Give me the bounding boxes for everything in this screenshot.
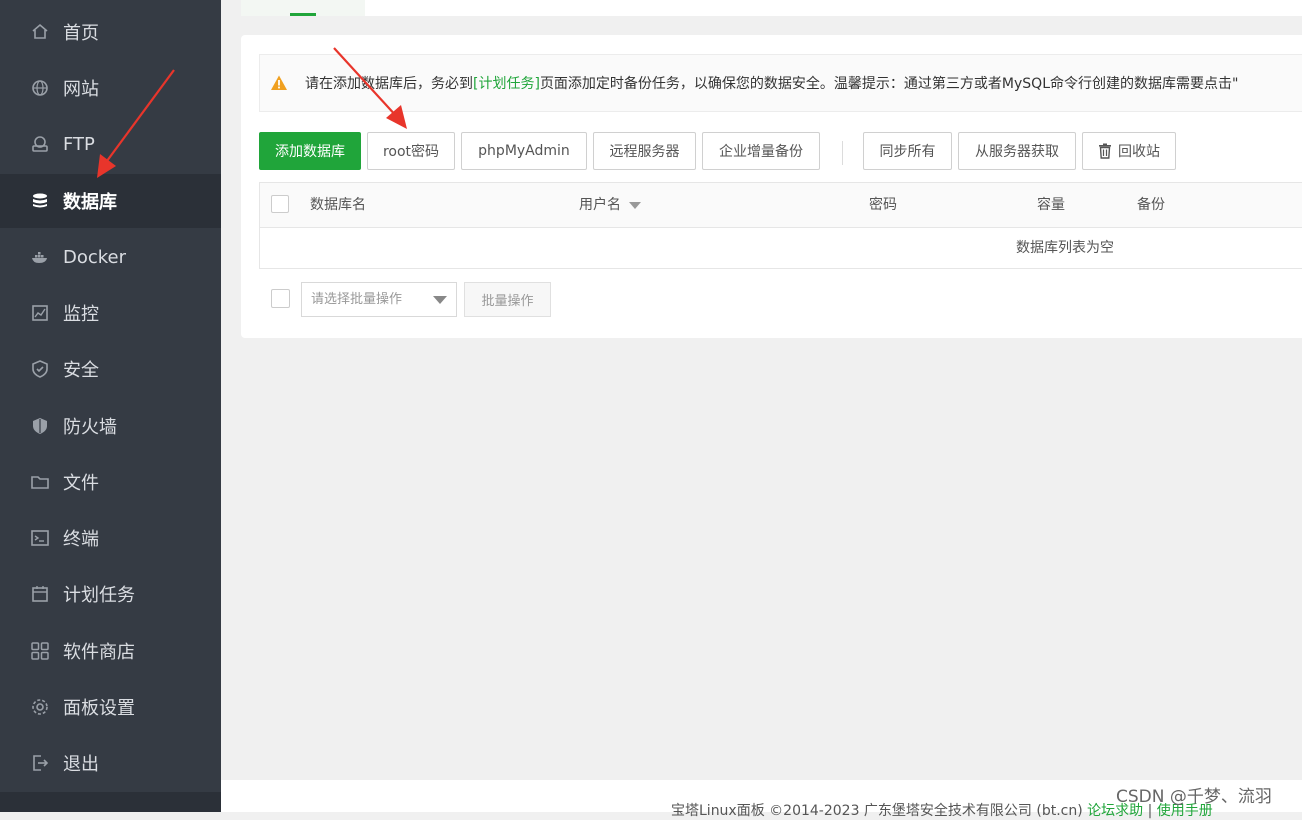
table-header: 数据库名 用户名 密码 容量 备份	[260, 183, 1302, 228]
sidebar: 首页 网站 FTP 数据库 Docker 监控 安全 防火墙 文件 终端 计划任…	[0, 0, 221, 812]
firewall-icon	[30, 416, 50, 436]
apps-icon	[30, 641, 50, 661]
batch-select-placeholder: 请选择批量操作	[311, 292, 403, 307]
batch-operation-button[interactable]: 批量操作	[464, 282, 551, 317]
globe-icon	[30, 78, 50, 98]
monitor-icon	[30, 303, 50, 323]
column-backup: 备份	[1137, 197, 1165, 213]
sidebar-item-firewall[interactable]: 防火墙	[0, 399, 221, 453]
table-empty-row: 数据库列表为空	[260, 228, 1302, 268]
trash-icon	[1098, 143, 1112, 159]
column-password: 密码	[869, 197, 897, 213]
sidebar-item-label: 网站	[63, 79, 99, 100]
warning-icon	[270, 74, 288, 92]
sidebar-item-security[interactable]: 安全	[0, 342, 221, 396]
notice-text: 请在添加数据库后，务必到[计划任务]页面添加定时备份任务，以确保您的数据安全。温…	[305, 76, 1239, 92]
sidebar-item-label: 数据库	[63, 192, 117, 213]
column-database-name[interactable]: 数据库名	[310, 183, 366, 227]
gear-icon	[30, 697, 50, 717]
sidebar-item-database[interactable]: 数据库	[0, 174, 221, 228]
sidebar-item-website[interactable]: 网站	[0, 61, 221, 115]
sidebar-item-label: 首页	[63, 23, 99, 44]
sidebar-item-label: 监控	[63, 304, 99, 325]
calendar-icon	[30, 584, 50, 604]
sidebar-item-terminal[interactable]: 终端	[0, 511, 221, 565]
copyright-text: 宝塔Linux面板 ©2014-2023 广东堡塔安全技术有限公司 (bt.cn…	[671, 803, 1083, 819]
database-panel: 请在添加数据库后，务必到[计划任务]页面添加定时备份任务，以确保您的数据安全。温…	[241, 35, 1302, 338]
cron-task-link[interactable]: [计划任务]	[473, 76, 540, 92]
tab-bar	[241, 0, 1302, 16]
ftp-icon	[30, 134, 50, 154]
recycle-bin-button[interactable]: 回收站	[1082, 132, 1176, 170]
sidebar-item-label: 防火墙	[63, 417, 117, 438]
sidebar-item-monitor[interactable]: 监控	[0, 286, 221, 340]
sidebar-item-files[interactable]: 文件	[0, 455, 221, 509]
docker-icon	[30, 247, 50, 267]
phpmyadmin-button[interactable]: phpMyAdmin	[461, 132, 587, 170]
sidebar-footer	[0, 792, 221, 812]
column-capacity[interactable]: 容量	[1037, 183, 1065, 227]
add-database-button[interactable]: 添加数据库	[259, 132, 361, 170]
fetch-from-server-button[interactable]: 从服务器获取	[958, 132, 1076, 170]
sidebar-item-label: 安全	[63, 360, 99, 381]
sidebar-item-label: 终端	[63, 529, 99, 550]
watermark: CSDN @千梦、流羽	[1116, 787, 1272, 807]
database-icon	[30, 191, 50, 211]
sidebar-item-label: 退出	[63, 754, 99, 775]
chevron-down-icon	[433, 296, 447, 304]
batch-operation-select[interactable]: 请选择批量操作	[301, 282, 457, 317]
toolbar-divider	[842, 141, 843, 165]
shield-icon	[30, 359, 50, 379]
tab-active[interactable]	[241, 0, 365, 16]
sidebar-item-cron[interactable]: 计划任务	[0, 567, 221, 621]
empty-message: 数据库列表为空	[1016, 240, 1114, 256]
sidebar-item-logout[interactable]: 退出	[0, 736, 221, 790]
sidebar-item-label: 面板设置	[63, 698, 135, 719]
sidebar-item-home[interactable]: 首页	[0, 5, 221, 59]
recycle-bin-label: 回收站	[1118, 144, 1160, 160]
sidebar-item-label: 计划任务	[63, 585, 135, 606]
column-username[interactable]: 用户名	[579, 183, 642, 227]
remote-server-button[interactable]: 远程服务器	[593, 132, 696, 170]
sidebar-item-label: 软件商店	[63, 642, 135, 663]
sidebar-item-ftp[interactable]: FTP	[0, 117, 221, 171]
database-table: 数据库名 用户名 密码 容量 备份 数据库列表为空	[259, 182, 1302, 269]
logout-icon	[30, 753, 50, 773]
batch-select-checkbox[interactable]	[271, 289, 290, 308]
sidebar-item-docker[interactable]: Docker	[0, 230, 221, 284]
enterprise-backup-button[interactable]: 企业增量备份	[702, 132, 820, 170]
terminal-icon	[30, 528, 50, 548]
sort-caret-icon	[629, 201, 642, 209]
root-password-button[interactable]: root密码	[367, 132, 455, 170]
folder-icon	[30, 472, 50, 492]
sidebar-item-label: Docker	[63, 246, 127, 268]
home-icon	[30, 22, 50, 42]
sidebar-item-settings[interactable]: 面板设置	[0, 680, 221, 734]
tab-active-indicator	[290, 13, 316, 16]
sidebar-item-label: FTP	[63, 133, 95, 155]
select-all-checkbox[interactable]	[271, 195, 289, 213]
backup-notice: 请在添加数据库后，务必到[计划任务]页面添加定时备份任务，以确保您的数据安全。温…	[259, 54, 1302, 112]
sidebar-item-appstore[interactable]: 软件商店	[0, 624, 221, 678]
sync-all-button[interactable]: 同步所有	[863, 132, 952, 170]
sidebar-item-label: 文件	[63, 473, 99, 494]
